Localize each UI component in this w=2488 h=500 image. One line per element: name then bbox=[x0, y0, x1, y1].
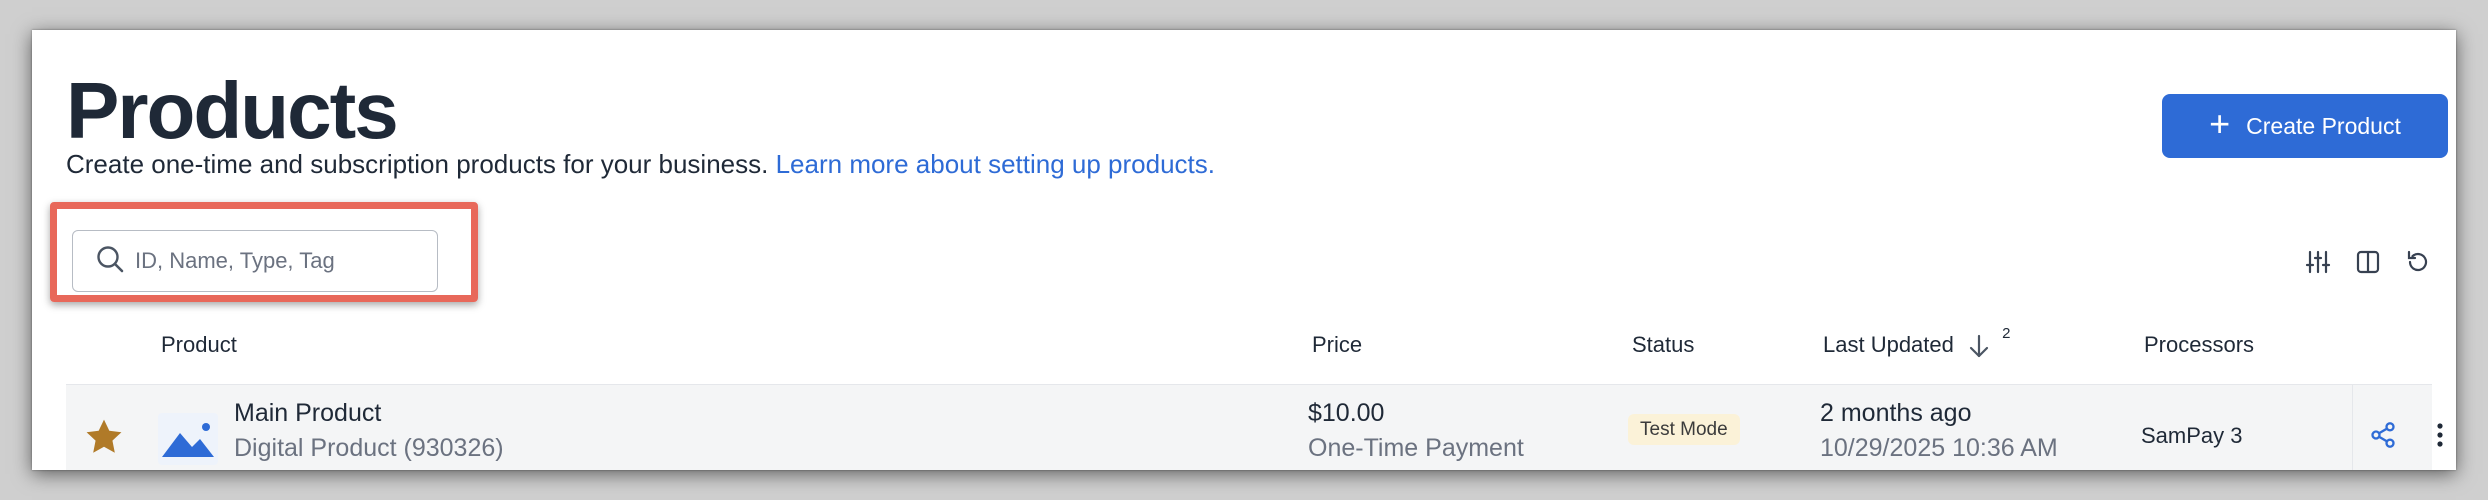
processor-cell: SamPay 3 bbox=[2141, 423, 2243, 449]
updated-absolute: 10/29/2025 10:36 AM bbox=[1820, 434, 2058, 462]
price-type: One-Time Payment bbox=[1308, 434, 1524, 462]
subtitle-text: Create one-time and subscription product… bbox=[66, 149, 769, 179]
page-subtitle: Create one-time and subscription product… bbox=[66, 148, 1215, 180]
share-icon[interactable] bbox=[2369, 421, 2397, 454]
last-updated-cell: 2 months ago 10/29/2025 10:36 AM bbox=[1820, 399, 2058, 463]
row-actions bbox=[2352, 385, 2456, 470]
columns-icon[interactable] bbox=[2354, 248, 2382, 276]
search-icon bbox=[95, 244, 125, 279]
create-product-button[interactable]: + Create Product bbox=[2162, 94, 2448, 158]
product-name[interactable]: Main Product bbox=[234, 399, 504, 428]
price-cell: $10.00 One-Time Payment bbox=[1308, 399, 1524, 463]
price-value: $10.00 bbox=[1308, 399, 1385, 427]
product-image-icon bbox=[158, 413, 218, 465]
processor-name: SamPay 3 bbox=[2141, 423, 2243, 448]
product-type-id: Digital Product (930326) bbox=[234, 434, 504, 462]
create-product-label: Create Product bbox=[2246, 112, 2401, 139]
column-header-price[interactable]: Price bbox=[1312, 332, 1362, 358]
table-row[interactable]: Main Product Digital Product (930326) $1… bbox=[66, 384, 2443, 470]
sort-order-badge: 2 bbox=[2002, 325, 2011, 342]
column-header-last-updated[interactable]: Last Updated 2 bbox=[1823, 325, 2010, 359]
plus-icon: + bbox=[2209, 103, 2231, 144]
updated-relative: 2 months ago bbox=[1820, 399, 1972, 427]
column-header-status[interactable]: Status bbox=[1632, 332, 1694, 358]
sort-descending-icon bbox=[1969, 335, 1989, 358]
table-toolbar bbox=[2304, 248, 2432, 276]
table-header: Product Price Status Last Updated 2 Proc… bbox=[66, 324, 2432, 368]
status-badge: Test Mode bbox=[1628, 414, 1740, 445]
learn-more-link[interactable]: Learn more about setting up products. bbox=[776, 149, 1215, 179]
search-input[interactable] bbox=[135, 248, 395, 274]
products-page: Products Create one-time and subscriptio… bbox=[32, 30, 2456, 470]
page-title: Products bbox=[66, 66, 399, 155]
refresh-icon[interactable] bbox=[2404, 248, 2432, 276]
last-updated-label: Last Updated bbox=[1823, 332, 1954, 357]
status-cell: Test Mode bbox=[1628, 414, 1740, 445]
search-field[interactable] bbox=[72, 230, 438, 292]
product-cell: Main Product Digital Product (930326) bbox=[234, 399, 504, 463]
column-header-product[interactable]: Product bbox=[161, 332, 237, 358]
column-header-processors[interactable]: Processors bbox=[2144, 332, 2254, 358]
filter-sliders-icon[interactable] bbox=[2304, 248, 2332, 276]
more-options-icon[interactable] bbox=[2430, 421, 2450, 454]
star-icon[interactable] bbox=[82, 415, 126, 464]
